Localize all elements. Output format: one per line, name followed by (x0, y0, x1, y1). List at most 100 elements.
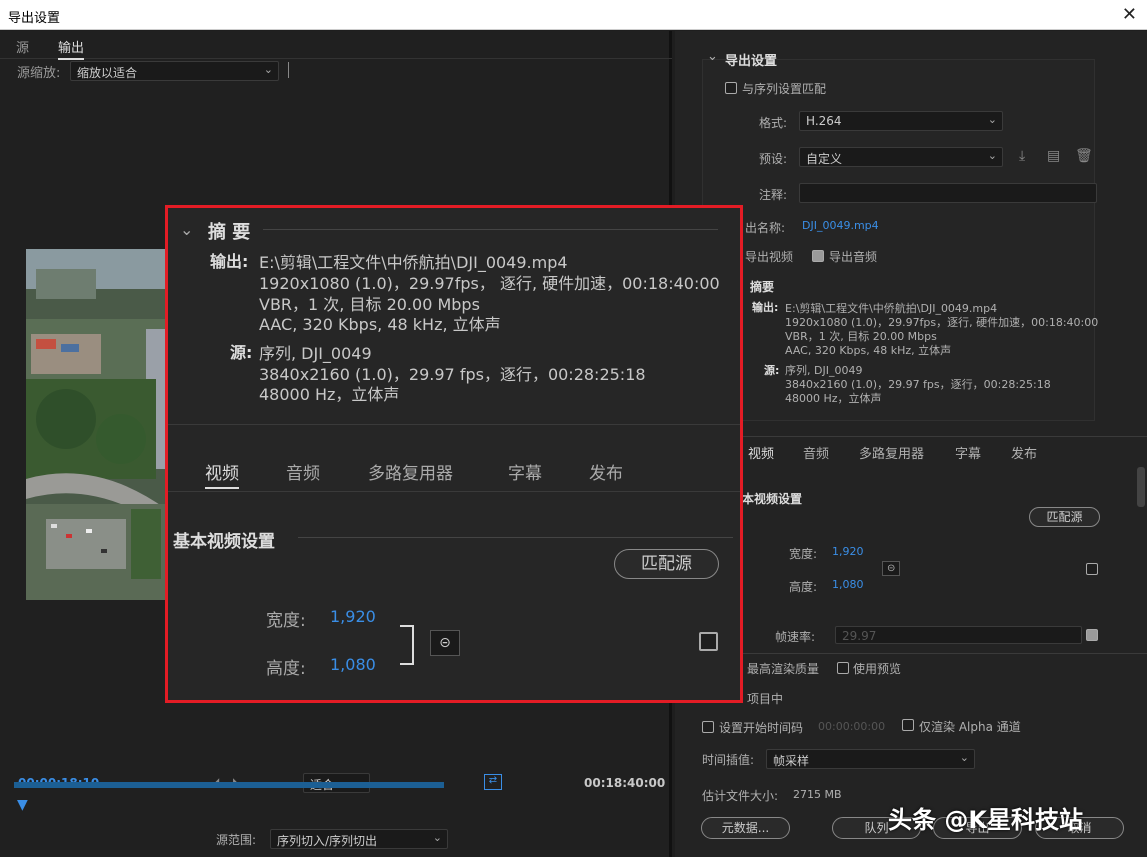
custom-size-checkbox[interactable] (1086, 563, 1098, 575)
right-pane: ⌄ 导出设置 与序列设置匹配 格式: H.264 ⌄ 预设: 自定义 ⌄ ⤓ ▤… (675, 31, 1147, 857)
chevron-down-icon: ⌄ (959, 751, 969, 764)
divider (168, 424, 740, 425)
export-settings-title: 导出设置 (725, 54, 778, 69)
height-label: 高度: (789, 580, 818, 594)
chevron-down-icon: ⌄ (432, 831, 442, 844)
tab-publish[interactable]: 发布 (1011, 443, 1037, 462)
output-name-label: 出名称: (745, 221, 786, 235)
format-select[interactable]: H.264 ⌄ (799, 111, 1003, 131)
alpha-only-label: 仅渲染 Alpha 通道 (919, 720, 1021, 734)
title-bar: 导出设置 ✕ (0, 0, 1147, 30)
preset-label: 预设: (759, 152, 788, 166)
tab-video[interactable]: 视频 (748, 443, 774, 462)
import-preset-icon[interactable]: ▤ (1047, 148, 1060, 164)
source-scale-label: 源缩放: (17, 66, 61, 81)
preset-value: 自定义 (806, 152, 843, 166)
alpha-only-checkbox[interactable] (902, 719, 914, 731)
use-preview-checkbox[interactable] (837, 662, 849, 674)
tab-source[interactable]: 源 (16, 37, 29, 56)
framerate-value: 29.97 (842, 629, 877, 643)
collapse-icon[interactable]: ⌄ (180, 220, 193, 239)
callout-match-source-button[interactable]: 匹配源 (614, 549, 719, 579)
format-label: 格式: (759, 116, 788, 130)
tab-captions[interactable]: 字幕 (955, 443, 981, 462)
callout-tab-multiplexer[interactable]: 多路复用器 (368, 459, 453, 484)
width-label: 宽度: (789, 547, 818, 561)
scrollbar[interactable] (1137, 467, 1145, 507)
callout-source-label: 源: (230, 343, 253, 362)
summary-output-label: 输出: (752, 301, 779, 314)
save-preset-icon[interactable]: ⤓ (1019, 148, 1025, 164)
source-range-value: 序列切入/序列切出 (277, 834, 378, 848)
callout-basic-video-title: 基本视频设置 (173, 532, 275, 552)
time-interp-label: 时间插值: (702, 753, 755, 767)
summary-title: 摘要 (750, 280, 775, 294)
start-tc-value[interactable]: 00:00:00:00 (818, 720, 885, 733)
preview-image (26, 249, 166, 600)
export-video-label: 导出视频 (745, 250, 794, 264)
source-range-select[interactable]: 序列切入/序列切出 ⌄ (270, 829, 448, 849)
playhead-icon[interactable]: ▼ (17, 797, 28, 813)
time-interp-select[interactable]: 帧采样 ⌄ (766, 749, 975, 769)
callout-width-value[interactable]: 1,920 (330, 607, 376, 626)
source-range-label: 源范围: (216, 833, 257, 847)
summary-source-line: 48000 Hz，立体声 (785, 392, 882, 405)
set-start-tc-checkbox[interactable] (702, 721, 714, 733)
format-value: H.264 (806, 114, 842, 128)
est-size-value: 2715 MB (793, 788, 842, 801)
source-scale-select[interactable]: 缩放以适合 ⌄ (70, 61, 279, 81)
output-name-link[interactable]: DJI_0049.mp4 (802, 219, 879, 232)
project-label: 项目中 (747, 692, 784, 706)
callout-tab-video[interactable]: 视频 (205, 459, 239, 489)
preset-select[interactable]: 自定义 ⌄ (799, 147, 1003, 167)
trash-icon[interactable]: 🗑 (1075, 148, 1093, 164)
match-sequence-checkbox[interactable] (725, 82, 737, 94)
divider (288, 62, 289, 78)
divider (298, 537, 733, 538)
width-value[interactable]: 1,920 (832, 545, 864, 558)
callout-output-label: 输出: (210, 252, 249, 271)
callout-tab-audio[interactable]: 音频 (286, 459, 320, 484)
callout-height-label: 高度: (266, 659, 306, 679)
aspect-icon[interactable]: ⇄ (484, 774, 502, 790)
height-value[interactable]: 1,080 (832, 578, 864, 591)
callout-tab-captions[interactable]: 字幕 (508, 459, 542, 484)
export-audio-checkbox[interactable] (812, 250, 824, 262)
watermark-text: 头条 @K星科技站 (888, 806, 1083, 834)
zoom-callout: ⌄ 摘 要 输出: E:\剪辑\工程文件\中侨航拍\DJI_0049.mp4 1… (165, 205, 743, 703)
tab-output[interactable]: 输出 (58, 37, 85, 60)
divider (675, 653, 1147, 654)
comment-label: 注释: (759, 188, 788, 202)
callout-tab-publish[interactable]: 发布 (589, 459, 623, 484)
max-render-label: 最高渲染质量 (747, 662, 820, 676)
source-output-tabs: 源 输出 (0, 31, 672, 60)
chevron-down-icon: ⌄ (987, 149, 997, 162)
video-preview (26, 249, 166, 600)
comment-input[interactable] (799, 183, 1097, 203)
basic-video-title: 本视频设置 (742, 492, 803, 506)
callout-summary-title: 摘 要 (208, 222, 251, 243)
use-preview-label: 使用预览 (853, 662, 902, 676)
match-sequence-label: 与序列设置匹配 (742, 82, 827, 96)
window-title: 导出设置 (8, 11, 61, 26)
callout-output-line: AAC, 320 Kbps, 48 kHz, 立体声 (259, 315, 501, 334)
close-icon[interactable]: ✕ (1122, 4, 1137, 25)
timeline-track[interactable] (14, 782, 444, 788)
link-icon[interactable]: ⊝ (882, 561, 901, 576)
framerate-select[interactable]: 29.97 (835, 626, 1082, 644)
callout-height-value[interactable]: 1,080 (330, 655, 376, 674)
constrain-bracket (400, 625, 414, 665)
collapse-icon[interactable]: ⌄ (707, 49, 718, 64)
callout-custom-size-checkbox[interactable] (699, 632, 718, 651)
end-timecode: 00:18:40:00 (584, 776, 666, 790)
time-interp-value: 帧采样 (773, 754, 810, 768)
link-icon[interactable]: ⊝ (430, 630, 460, 656)
match-source-button[interactable]: 匹配源 (1029, 507, 1100, 527)
export-audio-label: 导出音频 (829, 250, 878, 264)
source-scale-value: 缩放以适合 (77, 66, 138, 80)
framerate-checkbox[interactable] (1086, 629, 1098, 641)
callout-width-label: 宽度: (266, 611, 306, 631)
tab-audio[interactable]: 音频 (803, 443, 829, 462)
tab-multiplexer[interactable]: 多路复用器 (859, 443, 924, 462)
metadata-button[interactable]: 元数据... (701, 817, 790, 839)
